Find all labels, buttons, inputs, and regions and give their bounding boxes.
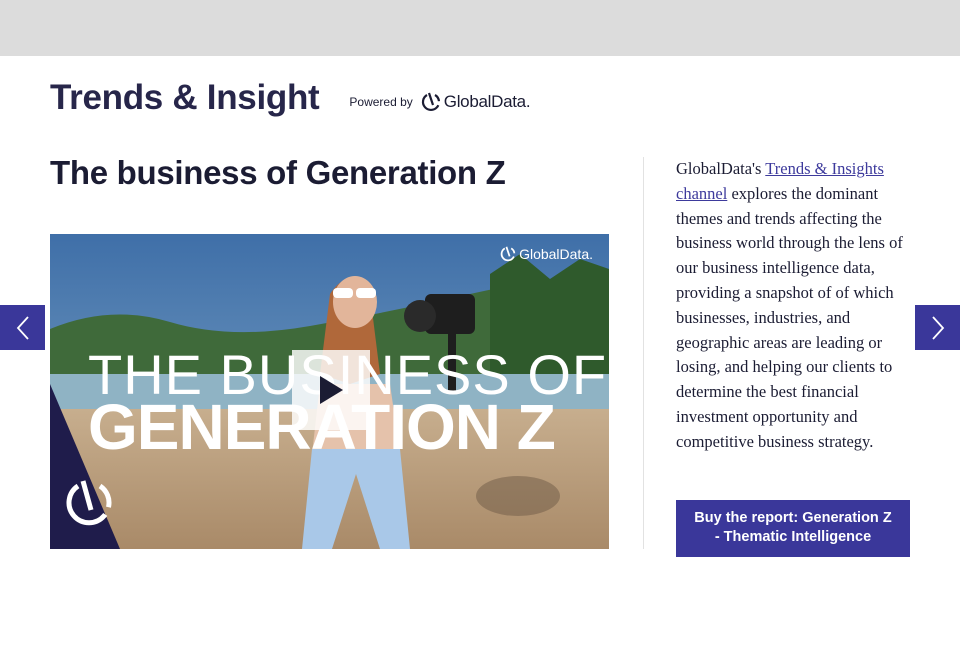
globaldata-corner-logo-icon [66, 480, 112, 526]
header: Trends & Insight Powered by GlobalData. [50, 76, 531, 120]
globaldata-logo-icon [421, 92, 440, 112]
video-watermark: GlobalData. [500, 245, 593, 263]
carousel-next-button[interactable] [915, 305, 960, 350]
channel-description-body: explores the dominant themes and trends … [676, 183, 903, 451]
carousel-prev-button[interactable] [0, 305, 45, 350]
top-band [0, 0, 960, 56]
channel-description: GlobalData's Trends & Insights channel e… [676, 157, 914, 455]
powered-by-label: Powered by [349, 95, 413, 109]
globaldata-logo-text: GlobalData. [443, 92, 531, 111]
powered-by: Powered by GlobalData. [349, 91, 531, 113]
video-player[interactable]: THE BUSINESS OF GENERATION Z GlobalData. [50, 234, 609, 549]
buy-report-button[interactable]: Buy the report: Generation Z - Thematic … [676, 500, 910, 557]
globaldata-watermark-icon [500, 246, 516, 262]
play-icon [320, 376, 343, 404]
video-watermark-text: GlobalData. [519, 246, 593, 262]
brand-title[interactable]: Trends & Insight [50, 78, 320, 118]
chevron-left-icon [16, 315, 29, 340]
channel-description-prefix: GlobalData's [676, 159, 766, 178]
chevron-right-icon [931, 315, 944, 340]
globaldata-logo[interactable]: GlobalData. [421, 91, 531, 113]
play-button[interactable] [292, 350, 370, 430]
page-title: The business of Generation Z [50, 154, 506, 191]
column-divider [643, 157, 644, 549]
